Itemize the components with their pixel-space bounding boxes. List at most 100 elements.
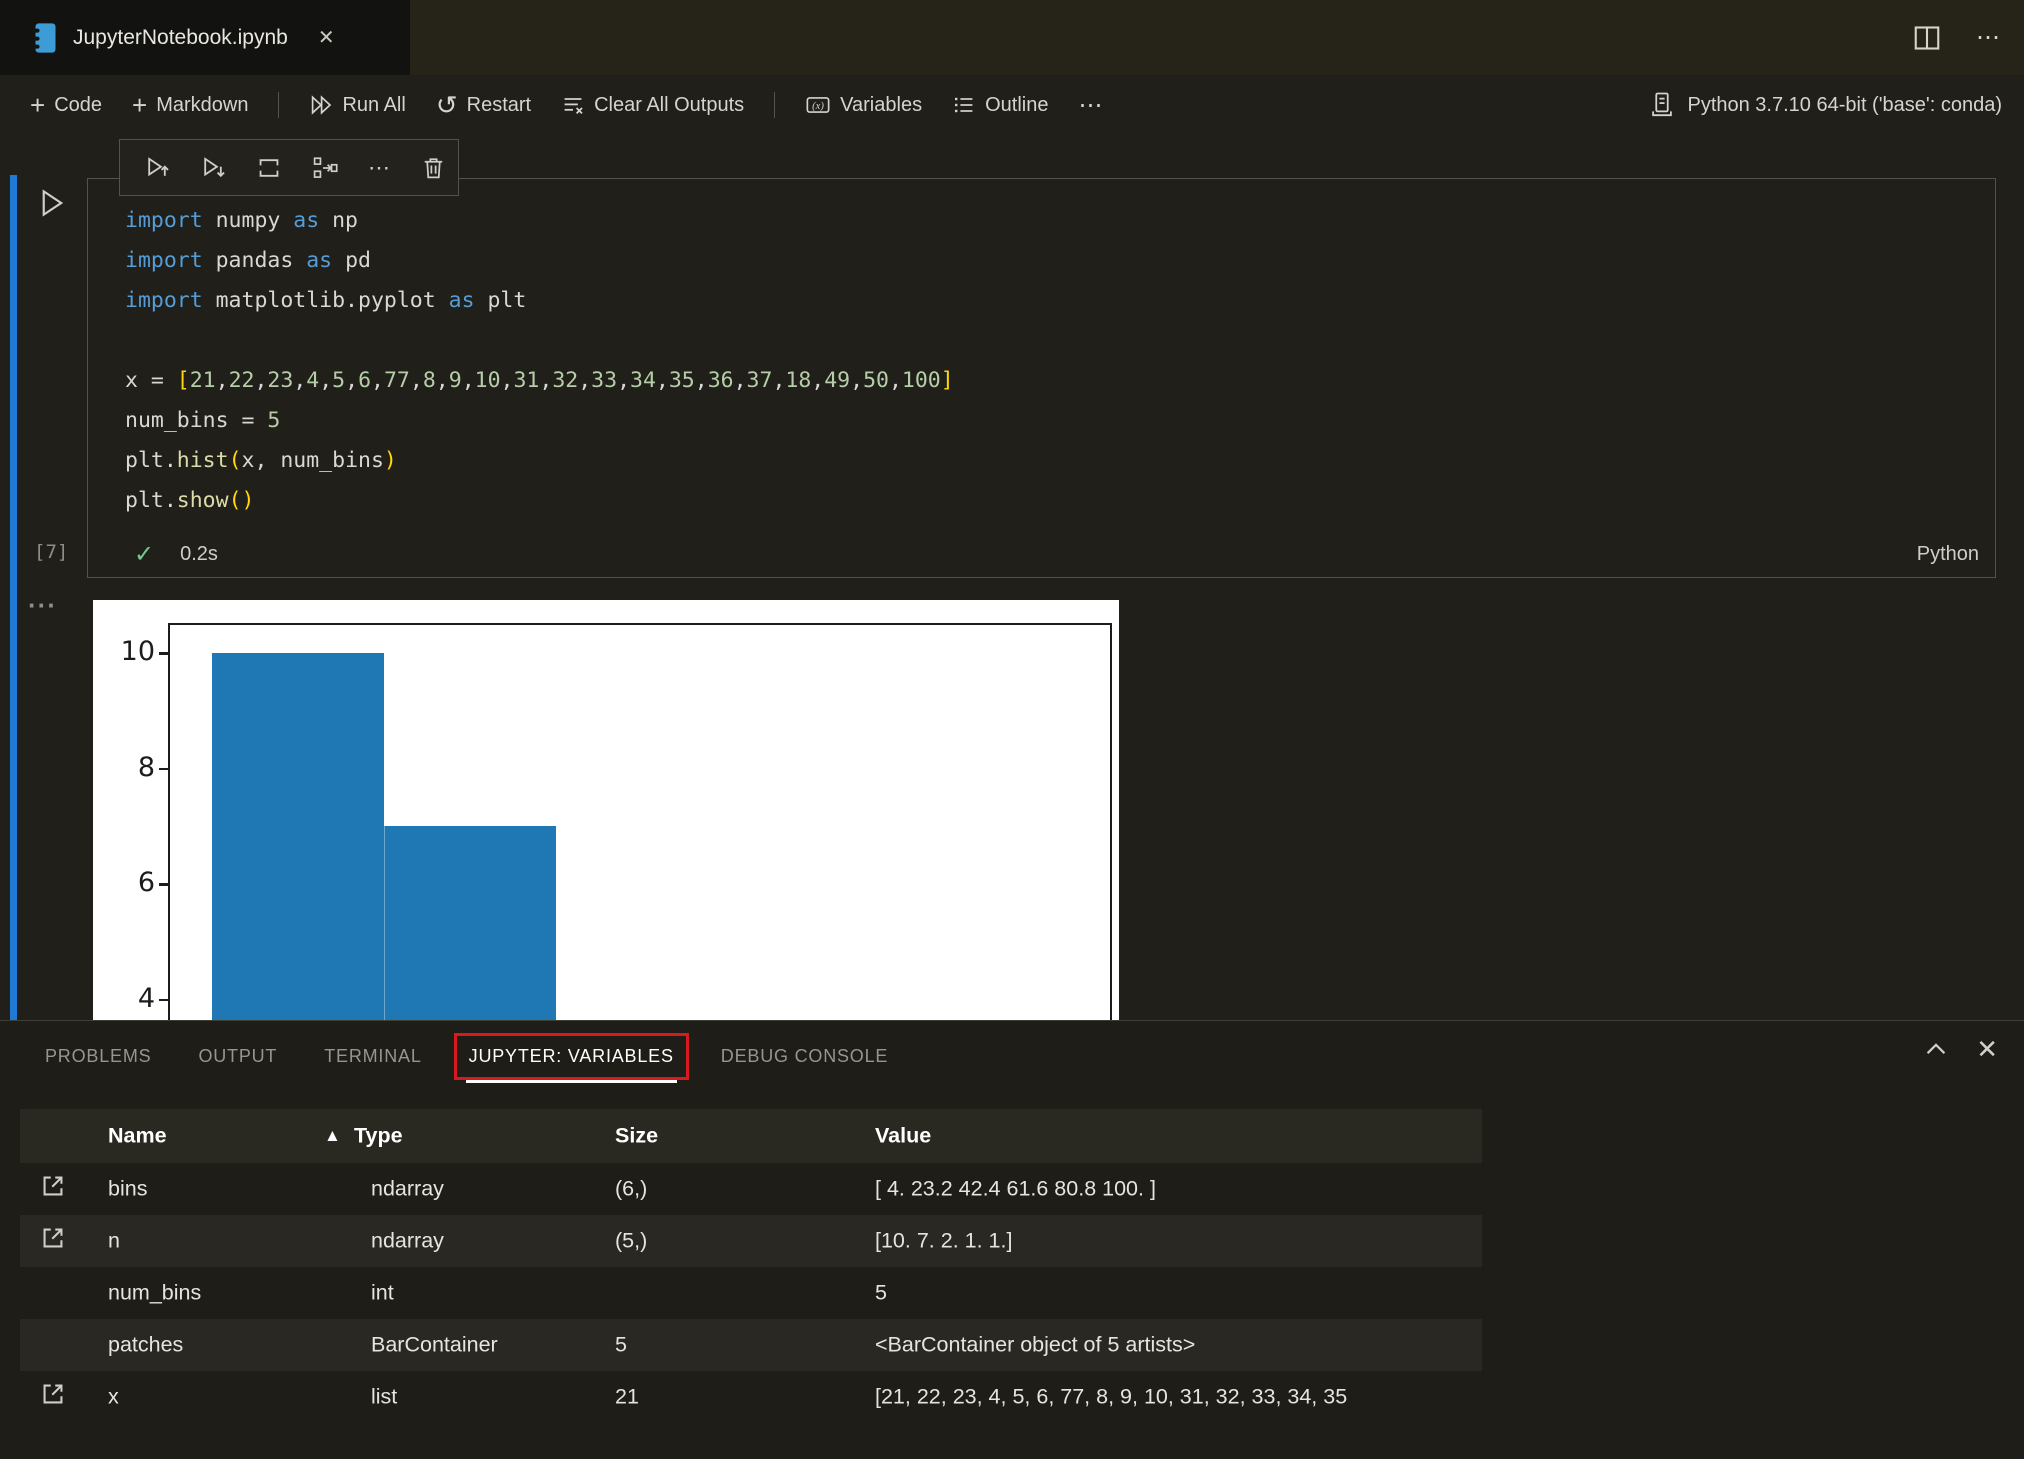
y-tick-label: 8: [137, 751, 155, 783]
code-editor[interactable]: import numpy as np import pandas as pd imp…: [125, 201, 954, 521]
variables-button[interactable]: (x) Variables: [805, 93, 922, 117]
code-cell[interactable]: ⋯ import numpy as np import pandas as pd i…: [87, 139, 1996, 578]
code-line[interactable]: import pandas as pd: [125, 241, 954, 281]
code-line[interactable]: x = [21,22,23,4,5,6,77,8,9,10,31,32,33,3…: [125, 361, 954, 401]
variables-table-body: bins ndarray (6,) [ 4. 23.2 42.4 61.6 80.8 …: [20, 1163, 1482, 1423]
add-markdown-cell-button[interactable]: + Markdown: [132, 90, 249, 120]
variables-table: Name ▲ Type Size Value bins ndarray (6,) [ …: [20, 1109, 1482, 1423]
code-line[interactable]: num_bins = 5: [125, 401, 954, 441]
y-tick-mark: [159, 883, 168, 886]
y-tick-label: 6: [137, 867, 155, 898]
open-in-data-viewer-icon[interactable]: [38, 1223, 68, 1253]
run-all-label: Run All: [342, 93, 406, 116]
variable-name: num_bins: [108, 1280, 202, 1305]
add-markdown-label: Markdown: [156, 93, 249, 116]
tab-jupyternotebook[interactable]: JupyterNotebook.ipynb ✕: [0, 0, 410, 75]
execution-count: [7]: [34, 541, 69, 563]
plot-axes: [168, 623, 1112, 1020]
variable-row-num_bins[interactable]: num_bins int 5: [20, 1267, 1482, 1319]
outline-label: Outline: [985, 93, 1049, 116]
plus-icon: +: [132, 90, 148, 120]
cell-status-bar: ✓ 0.2s Python: [88, 531, 1995, 577]
add-code-cell-button[interactable]: + Code: [30, 90, 102, 120]
variable-row-n[interactable]: n ndarray (5,) [10. 7. 2. 1. 1.]: [20, 1215, 1482, 1267]
variables-label: Variables: [840, 93, 923, 116]
output-more-actions-icon[interactable]: ···: [28, 590, 57, 621]
variable-type: BarContainer: [371, 1332, 498, 1357]
panel-tab-debug-console[interactable]: DEBUG CONSOLE: [706, 1033, 903, 1080]
variable-type: list: [371, 1384, 398, 1409]
cell-toolbar: ⋯: [119, 139, 459, 196]
split-cell-icon[interactable]: [256, 155, 282, 181]
clear-outputs-icon: [564, 98, 583, 115]
cell-language-picker[interactable]: Python: [1917, 543, 1979, 566]
variable-row-x[interactable]: x list 21 [21, 22, 23, 4, 5, 6, 77, 8, 9, 1…: [20, 1371, 1482, 1423]
success-check-icon: ✓: [134, 540, 155, 568]
panel-tab-terminal[interactable]: TERMINAL: [309, 1033, 436, 1080]
tab-close-icon[interactable]: ✕: [318, 25, 335, 50]
notebook-toolbar: + Code + Markdown Run All ↺ Restart Clea…: [0, 75, 2024, 135]
maximize-panel-chevron-icon[interactable]: [1922, 1035, 1950, 1063]
variable-size: (6,): [615, 1176, 648, 1201]
panel-tab-output[interactable]: OUTPUT: [183, 1033, 292, 1080]
more-actions-icon[interactable]: ⋯: [1976, 23, 2002, 52]
header-name[interactable]: Name: [108, 1124, 167, 1149]
code-line[interactable]: import numpy as np: [125, 201, 954, 241]
variable-value: [10. 7. 2. 1. 1.]: [875, 1228, 1013, 1253]
variable-row-bins[interactable]: bins ndarray (6,) [ 4. 23.2 42.4 61.6 80.8 …: [20, 1163, 1482, 1215]
panel-tab-problems[interactable]: PROBLEMS: [30, 1033, 166, 1080]
export-cell-icon[interactable]: [312, 155, 338, 181]
code-line[interactable]: import matplotlib.pyplot as plt: [125, 281, 954, 321]
variable-size: 5: [615, 1332, 627, 1357]
notebook-editor: [7] ⋯ import numpy as np import pandas a…: [0, 135, 2024, 1020]
execute-cell-and-below-icon[interactable]: [200, 155, 226, 181]
execution-duration: 0.2s: [180, 542, 218, 565]
clear-all-outputs-button[interactable]: Clear All Outputs: [561, 93, 744, 117]
variable-type: ndarray: [371, 1228, 444, 1253]
kernel-picker[interactable]: Python 3.7.10 64-bit ('base': conda): [1649, 91, 2002, 119]
delete-cell-icon[interactable]: [421, 155, 446, 181]
kernel-icon: [1652, 92, 1673, 117]
variable-value: <BarContainer object of 5 artists>: [875, 1332, 1196, 1357]
y-tick-mark: [159, 998, 168, 1001]
toolbar-divider: [774, 92, 776, 118]
variable-size: (5,): [615, 1228, 648, 1253]
kernel-label: Python 3.7.10 64-bit ('base': conda): [1687, 93, 2002, 116]
header-value[interactable]: Value: [875, 1124, 931, 1149]
header-type[interactable]: Type: [354, 1124, 403, 1149]
notebook-file-icon: [32, 22, 56, 53]
variable-name: n: [108, 1228, 120, 1253]
execute-above-cells-icon[interactable]: [144, 155, 170, 181]
toolbar-divider: [278, 92, 280, 118]
split-editor-icon[interactable]: [1912, 23, 1942, 53]
y-tick-mark: [159, 652, 168, 655]
run-all-button[interactable]: Run All: [309, 93, 406, 117]
code-line[interactable]: plt.hist(x, num_bins): [125, 441, 954, 481]
outline-button[interactable]: Outline: [952, 93, 1048, 117]
variable-name: x: [108, 1384, 119, 1409]
vscode-window: JupyterNotebook.ipynb ✕ ⋯ + Code + Markd…: [0, 0, 2024, 1459]
open-in-data-viewer-icon[interactable]: [38, 1171, 68, 1201]
header-size[interactable]: Size: [615, 1124, 658, 1149]
toolbar-more-icon[interactable]: ⋯: [1078, 91, 1103, 120]
outline-icon: [955, 97, 973, 113]
cell-more-actions-icon[interactable]: ⋯: [368, 155, 391, 181]
plus-icon: +: [30, 90, 46, 120]
open-in-data-viewer-icon[interactable]: [38, 1379, 68, 1409]
variable-row-patches[interactable]: patches BarContainer 5 <BarContainer object…: [20, 1319, 1482, 1371]
y-tick-label: 10: [120, 636, 155, 667]
run-cell-button[interactable]: [36, 187, 66, 224]
code-line[interactable]: [125, 321, 954, 361]
close-panel-icon[interactable]: ✕: [1976, 1036, 1998, 1062]
variables-table-header: Name ▲ Type Size Value: [20, 1109, 1482, 1163]
cell-focus-bar: [10, 175, 17, 1020]
restart-button[interactable]: ↺ Restart: [436, 92, 531, 118]
variable-type: ndarray: [371, 1176, 444, 1201]
code-line[interactable]: plt.show(): [125, 481, 954, 521]
variable-value: [21, 22, 23, 4, 5, 6, 77, 8, 9, 10, 31, …: [875, 1384, 1348, 1409]
editor-actions: ⋯: [1912, 0, 2002, 75]
bottom-panel: PROBLEMS OUTPUT TERMINAL JUPYTER: VARIABLES…: [0, 1020, 2024, 1459]
clear-all-outputs-label: Clear All Outputs: [594, 93, 745, 116]
histogram-output-figure: 10 8 6 4: [93, 600, 1119, 1020]
panel-tab-jupyter-variables[interactable]: JUPYTER: VARIABLES: [453, 1032, 689, 1083]
